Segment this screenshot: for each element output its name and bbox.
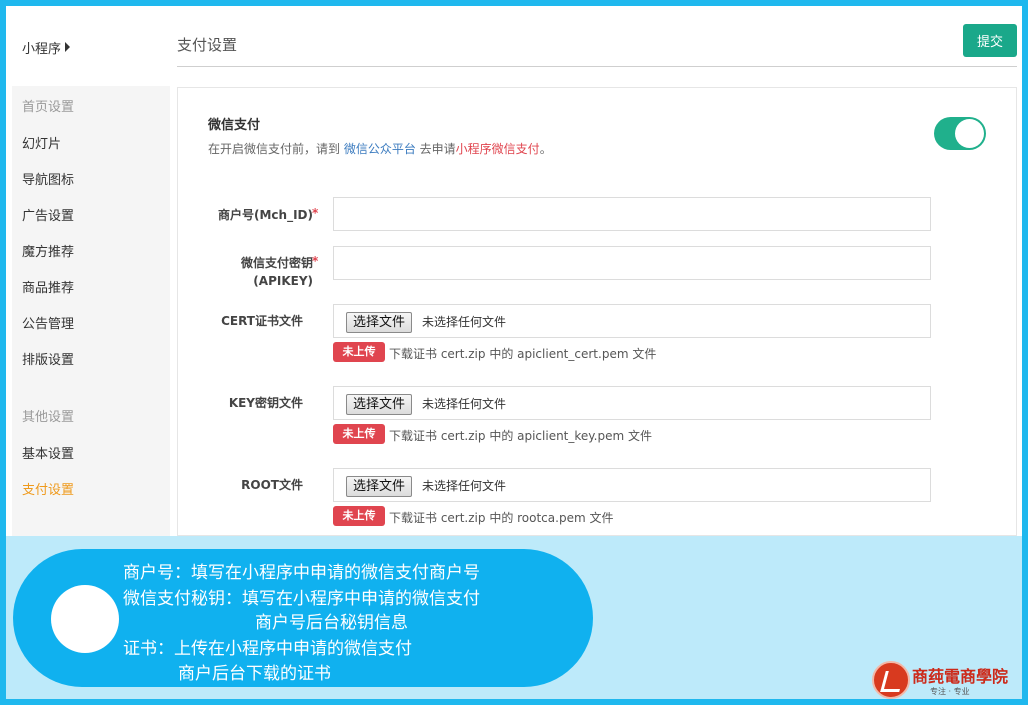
annotation-line-2: 微信支付秘钥：填写在小程序中申请的微信支付 — [123, 589, 480, 609]
apikey-required-mark: * — [312, 254, 319, 268]
sidebar-item-basic[interactable]: 基本设置 — [22, 443, 74, 462]
cert-choose-file-button[interactable]: 选择文件 — [346, 312, 413, 333]
app-title[interactable]: 小程序 — [22, 38, 71, 57]
sidebar-item-products[interactable]: 商品推荐 — [22, 277, 74, 296]
key-label: KEY密钥文件 — [228, 396, 303, 410]
sidebar-nav — [12, 86, 170, 536]
sidebar-item-layout[interactable]: 排版设置 — [22, 349, 74, 368]
sidebar-item-payment[interactable]: 支付设置 — [22, 479, 74, 498]
wechat-pay-title: 微信支付 — [208, 118, 261, 133]
cert-file-input: 选择文件 未选择任何文件 — [333, 304, 931, 338]
apikey-label-line2: (APIKEY) — [253, 274, 313, 288]
annotation-line-3: 商户号后台秘钥信息 — [255, 613, 408, 633]
key-status-badge: 未上传 — [333, 424, 385, 444]
wechat-pay-description: 在开启微信支付前，请到 微信公众平台 去申请小程序微信支付。 — [208, 140, 552, 157]
root-choose-file-button[interactable]: 选择文件 — [346, 476, 413, 497]
key-file-status: 未选择任何文件 — [422, 397, 507, 411]
caret-right-icon — [65, 42, 71, 52]
desc-suffix: 。 — [539, 142, 552, 156]
root-status-badge: 未上传 — [333, 506, 385, 526]
sidebar-item-cube[interactable]: 魔方推荐 — [22, 241, 74, 260]
sidebar-item-ads[interactable]: 广告设置 — [22, 205, 74, 224]
sidebar: 小程序 首页设置 幻灯片 导航图标 广告设置 魔方推荐 商品推荐 公告管理 排版… — [6, 6, 170, 536]
root-hint: 下载证书 cert.zip 中的 rootca.pem 文件 — [389, 511, 614, 525]
payment-panel: 微信支付 在开启微信支付前，请到 微信公众平台 去申请小程序微信支付。 商户号(… — [177, 87, 1017, 536]
sidebar-item-nav-icons[interactable]: 导航图标 — [22, 169, 74, 188]
annotation-line-5: 商户后台下载的证书 — [178, 664, 331, 684]
root-file-input: 选择文件 未选择任何文件 — [333, 468, 931, 502]
apikey-label: 微信支付密钥 (APIKEY) — [178, 254, 313, 290]
sidebar-item-notices[interactable]: 公告管理 — [22, 313, 74, 332]
wechat-pay-toggle[interactable] — [934, 117, 986, 150]
annotation-bubble: 商户号：填写在小程序中申请的微信支付商户号 微信支付秘钥：填写在小程序中申请的微… — [13, 549, 593, 687]
brand-logo-icon — [872, 661, 910, 699]
brand-watermark: 商莼電商學院 专注 · 专业 — [872, 661, 1022, 701]
app-frame: 小程序 首页设置 幻灯片 导航图标 广告设置 魔方推荐 商品推荐 公告管理 排版… — [6, 6, 1022, 536]
cert-label: CERT证书文件 — [221, 314, 303, 328]
miniprogram-pay-text: 小程序微信支付 — [455, 142, 540, 156]
root-file-status: 未选择任何文件 — [422, 479, 507, 493]
group-title-other: 其他设置 — [22, 410, 75, 425]
cert-status-badge: 未上传 — [333, 342, 385, 362]
desc-prefix: 在开启微信支付前，请到 — [208, 142, 344, 156]
header-divider — [177, 66, 1017, 67]
key-hint: 下载证书 cert.zip 中的 apiclient_key.pem 文件 — [389, 429, 653, 443]
mch-id-input[interactable] — [333, 197, 931, 231]
group-title-home: 首页设置 — [22, 100, 75, 115]
app-title-label: 小程序 — [22, 42, 62, 57]
avatar-placeholder — [51, 585, 119, 653]
wechat-platform-link[interactable]: 微信公众平台 — [344, 142, 416, 156]
apikey-label-line1: 微信支付密钥 — [240, 256, 313, 270]
cert-file-status: 未选择任何文件 — [422, 315, 507, 329]
apikey-input[interactable] — [333, 246, 931, 280]
submit-button[interactable]: 提交 — [963, 24, 1017, 57]
sidebar-item-slideshow[interactable]: 幻灯片 — [22, 133, 61, 152]
desc-middle: 去申请 — [415, 142, 456, 156]
brand-tagline: 专注 · 专业 — [930, 687, 970, 696]
page-title: 支付设置 — [177, 36, 238, 54]
mch-id-label: 商户号(Mch_ID) — [218, 208, 313, 222]
brand-name: 商莼電商學院 — [912, 667, 1009, 686]
annotation-line-4: 证书：上传在小程序中申请的微信支付 — [123, 639, 412, 659]
key-file-input: 选择文件 未选择任何文件 — [333, 386, 931, 420]
toggle-knob — [955, 119, 984, 148]
cert-hint: 下载证书 cert.zip 中的 apiclient_cert.pem 文件 — [389, 347, 657, 361]
root-label: ROOT文件 — [241, 478, 303, 492]
annotation-line-1: 商户号：填写在小程序中申请的微信支付商户号 — [123, 563, 480, 583]
mch-id-required-mark: * — [312, 206, 319, 220]
key-choose-file-button[interactable]: 选择文件 — [346, 394, 413, 415]
